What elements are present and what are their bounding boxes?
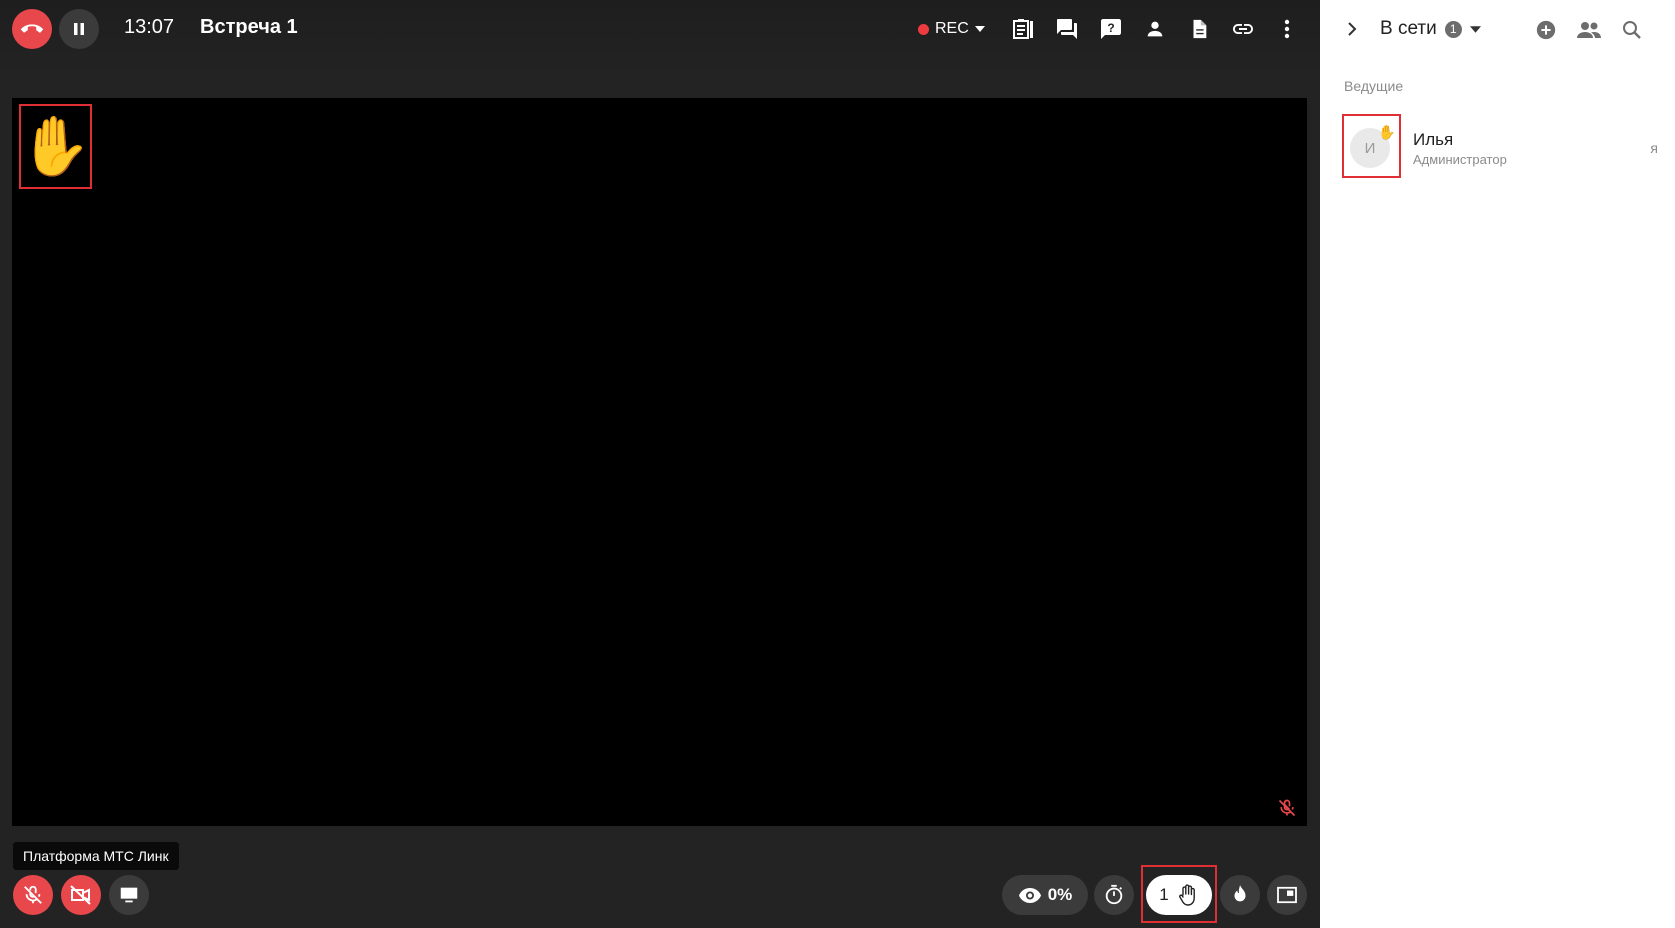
timer-icon — [1105, 884, 1123, 905]
add-participant-button[interactable] — [1533, 17, 1559, 43]
pause-button[interactable] — [59, 9, 99, 49]
more-button[interactable] — [1273, 15, 1301, 43]
fire-icon — [1234, 884, 1246, 902]
camera-toggle-button[interactable] — [61, 875, 101, 915]
search-button[interactable] — [1619, 17, 1645, 43]
record-dot-icon — [918, 23, 929, 35]
record-label: REC — [935, 20, 969, 37]
participant-button[interactable] — [1141, 15, 1169, 43]
chevron-right-icon[interactable] — [1342, 19, 1362, 39]
more-vertical-icon — [1284, 19, 1290, 39]
viewers-percent: 0% — [1047, 885, 1073, 904]
raised-hand-icon: ✋ — [19, 113, 92, 179]
end-call-button[interactable] — [12, 9, 52, 49]
notes-button[interactable] — [1009, 15, 1037, 43]
meeting-area: 13:07 Встреча 1 REC ? ✋ Платформа МТС Ли… — [0, 0, 1320, 928]
avatar-highlight: И ✋ — [1342, 114, 1401, 178]
record-button[interactable]: REC — [918, 20, 985, 38]
mic-off-icon — [1278, 799, 1296, 817]
link-button[interactable] — [1229, 15, 1257, 43]
participant-me-label: я — [1650, 140, 1658, 156]
eye-icon — [1018, 888, 1041, 903]
raised-hand-icon: ✋ — [1378, 124, 1396, 140]
top-toolbar: 13:07 Встреча 1 REC ? — [0, 0, 1320, 56]
screen-share-button[interactable] — [109, 875, 149, 915]
timer-button[interactable] — [1094, 875, 1134, 915]
dropdown-icon — [974, 26, 985, 32]
questions-button[interactable]: ? — [1097, 15, 1125, 43]
end-call-icon — [21, 24, 43, 33]
sidebar-title: В сети — [1380, 18, 1437, 39]
raised-hands-count: 1 — [1159, 885, 1169, 904]
reactions-button[interactable] — [1220, 875, 1260, 915]
groups-button[interactable] — [1576, 17, 1602, 43]
viewers-indicator: 0% — [1002, 875, 1088, 915]
dropdown-icon — [1469, 25, 1481, 33]
video-stage: ✋ — [12, 98, 1307, 826]
microphone-toggle-button[interactable] — [13, 875, 53, 915]
search-icon — [1623, 21, 1641, 39]
chat-button[interactable] — [1053, 15, 1081, 43]
online-count-badge: 1 — [1444, 20, 1462, 38]
section-label-hosts: Ведущие — [1344, 78, 1404, 94]
chat-icon — [1057, 19, 1077, 39]
svg-text:?: ? — [1107, 21, 1114, 35]
add-circle-icon — [1536, 20, 1556, 40]
notes-icon — [1013, 19, 1033, 39]
platform-label: Платформа МТС Линк — [13, 842, 179, 870]
participant-icon — [1147, 21, 1163, 37]
picture-in-picture-icon — [1277, 886, 1297, 904]
file-icon — [1193, 19, 1207, 39]
raised-hands-button[interactable]: 1 — [1146, 875, 1212, 915]
picture-in-picture-button[interactable] — [1267, 875, 1307, 915]
hand-icon — [1178, 884, 1195, 906]
participants-sidebar: В сети 1 Ведущие И ✋ Илья Администратор … — [1320, 0, 1675, 928]
group-icon — [1577, 22, 1601, 38]
raised-hand-indicator: ✋ — [19, 104, 92, 189]
meeting-clock: 13:07 — [124, 16, 175, 38]
online-filter-dropdown[interactable]: В сети 1 — [1380, 18, 1481, 40]
link-icon — [1233, 24, 1253, 34]
participant-role: Администратор — [1413, 152, 1507, 167]
pause-icon — [74, 23, 84, 35]
participant-item[interactable]: И ✋ Илья Администратор я — [1342, 114, 1662, 178]
mic-off-icon — [24, 885, 42, 904]
camera-off-icon — [70, 885, 91, 905]
participant-name: Илья — [1413, 130, 1454, 149]
meeting-title: Встреча 1 — [200, 16, 298, 38]
screen-share-icon — [120, 887, 138, 903]
file-button[interactable] — [1185, 15, 1213, 43]
questions-icon: ? — [1101, 19, 1121, 39]
